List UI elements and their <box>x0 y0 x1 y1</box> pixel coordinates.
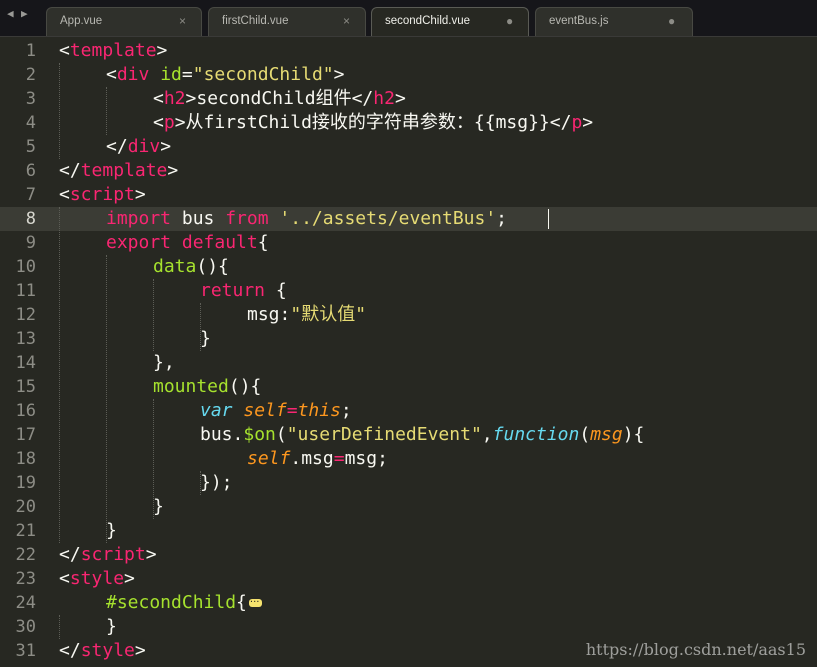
code-line: #secondChild{ <box>106 591 262 615</box>
indent-guide <box>59 615 60 639</box>
tab-app-vue[interactable]: App.vue × <box>46 7 202 36</box>
line-number: 17 <box>15 425 36 445</box>
code-line: msg:"默认值" <box>247 304 367 325</box>
tab-label: secondChild.vue <box>385 15 471 27</box>
line-number: 12 <box>15 305 36 325</box>
unsaved-dot-icon[interactable]: ● <box>506 14 513 28</box>
code-line: var self=this; <box>200 400 352 421</box>
line-number: 30 <box>15 617 36 637</box>
code-line: mounted(){ <box>153 376 262 397</box>
close-icon[interactable]: × <box>343 14 350 28</box>
tab-eventbus-js[interactable]: eventBus.js ● <box>535 7 693 36</box>
line-number: 8 <box>25 209 36 229</box>
line-number: 24 <box>15 593 36 613</box>
code-line: }); <box>200 472 233 493</box>
tab-firstchild-vue[interactable]: firstChild.vue × <box>208 7 366 36</box>
line-number: 4 <box>25 113 36 133</box>
indent-guide <box>59 63 60 159</box>
line-number: 15 <box>15 377 36 397</box>
line-number: 3 <box>25 89 36 109</box>
code-line: </template> <box>59 160 179 181</box>
indent-guide <box>106 255 107 543</box>
line-number: 20 <box>15 497 36 517</box>
line-number: 7 <box>25 185 36 205</box>
code-line: </div> <box>106 136 172 157</box>
line-number: 16 <box>15 401 36 421</box>
code-line: } <box>106 520 117 541</box>
code-line: } <box>153 496 164 517</box>
line-number: 22 <box>15 545 36 565</box>
code-line: import bus from '../assets/eventBus'; <box>106 208 508 229</box>
unsaved-dot-icon[interactable]: ● <box>668 14 675 28</box>
tab-label: App.vue <box>60 15 103 27</box>
line-number: 31 <box>15 641 36 661</box>
code-line: <style> <box>59 568 135 589</box>
line-number: 11 <box>15 281 36 301</box>
nav-forward-icon[interactable]: ▶ <box>21 7 28 20</box>
code-line: </script> <box>59 544 157 565</box>
code-line: self.msg=msg; <box>247 448 388 469</box>
line-number: 23 <box>15 569 36 589</box>
text-cursor <box>548 209 549 229</box>
line-number: 1 <box>25 41 36 61</box>
line-number: 6 <box>25 161 36 181</box>
code-editor[interactable]: 1 2 3 4 5 6 7 8 9 10 11 12 13 14 15 16 1… <box>0 37 817 667</box>
indent-guide <box>106 87 107 135</box>
close-icon[interactable]: × <box>179 14 186 28</box>
code-line: } <box>106 616 117 637</box>
tab-bar: ◀ ▶ App.vue × firstChild.vue × secondChi… <box>0 0 817 37</box>
code-line: <p>从firstChild接收的字符串参数：{{msg}}</p> <box>153 112 594 133</box>
code-line: <div id="secondChild"> <box>106 64 345 85</box>
code-line: bus.$on("userDefinedEvent",function(msg)… <box>200 424 645 445</box>
tab-secondchild-vue[interactable]: secondChild.vue ● <box>371 7 529 36</box>
line-number: 19 <box>15 473 36 493</box>
indent-guide <box>59 207 60 543</box>
code-line: data(){ <box>153 256 229 277</box>
line-number: 5 <box>25 137 36 157</box>
code-line: }, <box>153 352 175 373</box>
code-line: export default{ <box>106 232 269 253</box>
watermark: https://blog.csdn.net/aas15 <box>585 640 806 659</box>
line-number: 14 <box>15 353 36 373</box>
code-line: <script> <box>59 184 146 205</box>
tab-label: eventBus.js <box>549 15 609 27</box>
fold-marker-icon[interactable] <box>248 591 262 615</box>
code-line: } <box>200 328 211 349</box>
line-number: 21 <box>15 521 36 541</box>
line-number: 13 <box>15 329 36 349</box>
indent-guide <box>153 279 154 351</box>
code-line: return { <box>200 280 287 301</box>
tab-label: firstChild.vue <box>222 15 289 27</box>
code-line: </style> <box>59 640 146 661</box>
line-number: 10 <box>15 257 36 277</box>
nav-back-icon[interactable]: ◀ <box>7 7 14 20</box>
line-number: 18 <box>15 449 36 469</box>
code-line: <h2>secondChild组件</h2> <box>153 88 406 109</box>
line-number: 9 <box>25 233 36 253</box>
line-number: 2 <box>25 65 36 85</box>
code-line: <template> <box>59 40 168 61</box>
